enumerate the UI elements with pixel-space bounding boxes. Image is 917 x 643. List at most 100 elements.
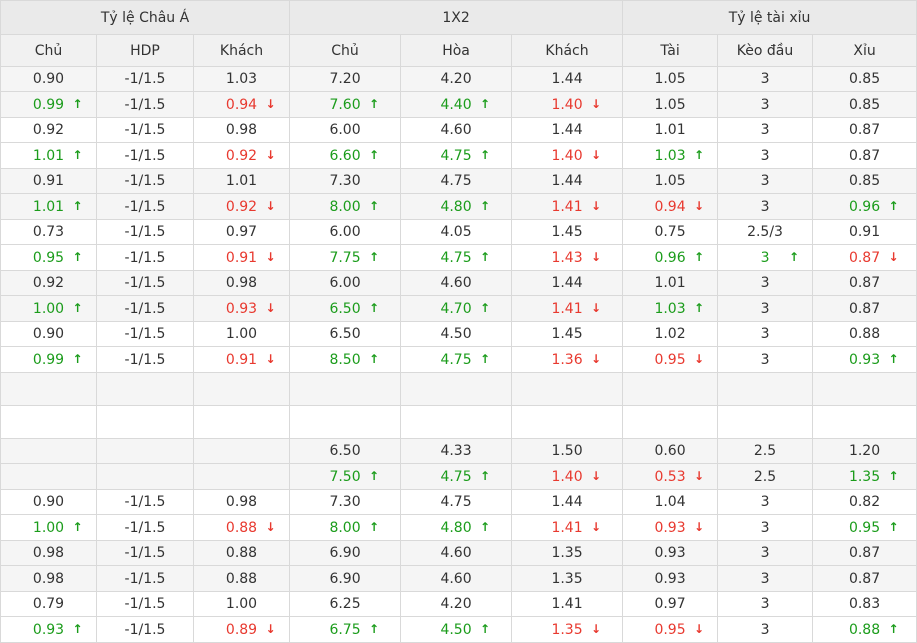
odds-value-text: 0.60	[654, 443, 686, 459]
odds-cell: 3	[717, 540, 814, 566]
odds-value: 0.87	[837, 545, 893, 561]
arrow-down-icon: ↓	[693, 519, 705, 534]
odds-value: 1.44	[539, 71, 595, 87]
odds-row-current: 0.99 ↑ -1/1.5 0.94 ↓ 7.60 ↑ 4.40 ↑ 1.40 ↓ 1.05 3 0.85	[0, 91, 917, 118]
odds-cell: 3	[717, 514, 814, 541]
odds-value-text: 8.50	[329, 351, 361, 368]
odds-cell: 0.95 ↑	[812, 514, 917, 541]
arrow-down-icon: ↓	[265, 249, 276, 264]
odds-value: 7.20	[317, 71, 373, 87]
col-header-over: Tài	[622, 34, 719, 67]
empty-cell	[622, 405, 719, 439]
odds-value-text: 1.03	[654, 300, 686, 317]
arrow-down-icon: ↓	[590, 300, 602, 315]
arrow-up-icon: ↑	[479, 519, 491, 534]
odds-cell: 1.20	[812, 438, 917, 464]
odds-value-text: -1/1.5	[124, 326, 166, 342]
odds-cell: 1.41	[511, 591, 624, 617]
odds-value: 4.75 ↑	[428, 148, 490, 164]
arrow-up-icon: ↑	[72, 519, 83, 534]
odds-value-text: 0.91	[225, 351, 258, 368]
odds-value-text: 1.40	[551, 147, 583, 164]
odds-value: 0.88 ↓	[214, 520, 276, 536]
odds-value: 1.41 ↓	[539, 199, 601, 215]
odds-value: -1/1.5	[117, 622, 173, 638]
odds-value-text: 0.87	[848, 545, 881, 561]
arrow-up-icon: ↑	[368, 468, 380, 483]
odds-value-text: 1.05	[654, 71, 686, 87]
odds-value: 6.75 ↑	[317, 622, 379, 638]
arrow-down-icon: ↓	[590, 96, 602, 111]
odds-value: -1/1.5	[117, 122, 173, 138]
odds-cell: 1.40 ↓	[511, 91, 624, 118]
odds-cell: 1.44	[511, 66, 624, 92]
odds-cell: 4.75 ↑	[400, 346, 513, 373]
odds-cell: 0.97	[622, 591, 719, 617]
odds-value: 6.00	[317, 275, 373, 291]
odds-value-text: 1.04	[654, 494, 686, 510]
odds-value: 1.35 ↑	[837, 469, 899, 485]
odds-value: 4.80 ↑	[428, 519, 490, 536]
odds-value-text: 1.05	[654, 96, 686, 113]
odds-value-text: 0.99	[32, 96, 65, 113]
odds-cell: 7.30	[289, 489, 402, 515]
odds-value: -1/1.5	[117, 571, 173, 587]
odds-cell: 3	[717, 295, 814, 322]
odds-cell: 1.35 ↓	[511, 616, 624, 643]
odds-value: 4.75 ↑	[428, 469, 490, 485]
odds-value: 0.87 ↓	[837, 250, 899, 266]
odds-value: 0.98	[21, 545, 77, 561]
odds-cell: 0.92	[0, 270, 97, 296]
odds-value: 4.20	[428, 596, 484, 612]
odds-value: 3	[737, 520, 793, 536]
empty-row	[0, 405, 917, 439]
odds-value: 0.96 ↑	[642, 250, 704, 266]
odds-value: 4.05	[428, 224, 484, 240]
odds-cell: 1.05	[622, 168, 719, 194]
odds-value: 1.45	[539, 326, 595, 342]
arrow-up-icon: ↑	[693, 249, 705, 264]
odds-value: 0.87	[837, 275, 893, 291]
odds-value: 1.41 ↓	[539, 520, 601, 536]
odds-cell	[96, 463, 194, 490]
empty-cell	[511, 405, 624, 439]
odds-value: 1.00	[214, 596, 270, 612]
odds-cell: 0.96 ↑	[812, 193, 917, 220]
odds-cell: 0.83	[812, 591, 917, 617]
odds-value-text: 3	[760, 545, 770, 561]
odds-value: 3	[737, 275, 793, 291]
odds-cell: -1/1.5	[96, 295, 194, 322]
odds-value-text: 0.83	[848, 596, 881, 612]
odds-row-opening: 0.73 -1/1.5 0.97 6.00 4.05 1.45 0.75 2.5/3 0.91	[0, 219, 917, 245]
odds-cell: 1.04	[622, 489, 719, 515]
odds-value: 8.00 ↑	[317, 199, 379, 215]
odds-value-text: 0.99	[32, 351, 65, 368]
arrow-up-icon: ↑	[368, 249, 380, 264]
odds-value: 4.75	[428, 494, 484, 510]
odds-cell: 4.75 ↑	[400, 244, 513, 271]
odds-value: 1.40 ↓	[539, 97, 601, 113]
odds-cell: 3 ↑	[717, 244, 814, 271]
odds-value: 6.50	[317, 326, 373, 342]
odds-value: 3	[737, 622, 793, 638]
odds-cell: 3	[717, 270, 814, 296]
odds-cell: 0.93 ↓	[192, 295, 291, 322]
odds-value-text: 4.80	[440, 519, 472, 536]
odds-value: 0.91	[837, 224, 893, 240]
odds-value: 4.60	[428, 275, 484, 291]
odds-value-text: 1.44	[551, 494, 583, 510]
arrow-down-icon: ↓	[693, 198, 705, 213]
arrow-down-icon: ↓	[265, 96, 276, 111]
odds-cell: 4.20	[400, 66, 513, 92]
odds-cell: 1.43 ↓	[511, 244, 624, 271]
odds-row-current: 0.93 ↑ -1/1.5 0.89 ↓ 6.75 ↑ 4.50 ↑ 1.35 ↓ 0.95 ↓ 3 0.8…	[0, 616, 917, 643]
odds-cell	[192, 438, 291, 464]
odds-value: 1.05	[642, 71, 698, 87]
arrow-down-icon: ↓	[265, 351, 276, 366]
odds-cell: 7.75 ↑	[289, 244, 402, 271]
empty-cell	[511, 372, 624, 406]
odds-cell: 0.95 ↓	[622, 616, 719, 643]
group-header-asian-handicap: Tỷ lệ Châu Á	[0, 0, 291, 35]
odds-value-text: 0.92	[32, 122, 65, 138]
arrow-down-icon: ↓	[265, 147, 276, 162]
